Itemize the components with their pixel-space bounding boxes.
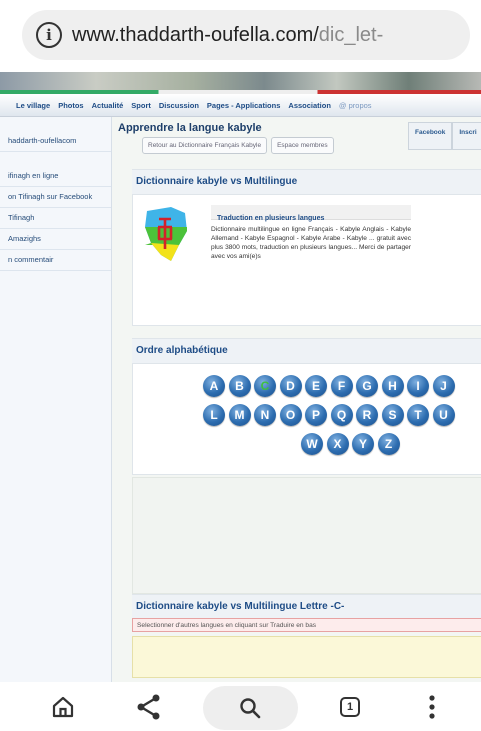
letter-row-3: WXYZ bbox=[301, 433, 400, 455]
url-dim: dic_let- bbox=[318, 23, 384, 46]
letter-row-2: LMNOPQRSTU bbox=[203, 404, 455, 426]
letter-button-h[interactable]: H bbox=[381, 375, 404, 397]
letter-button-n[interactable]: N bbox=[254, 404, 276, 426]
letter-button-q[interactable]: Q bbox=[330, 404, 353, 426]
letter-button-d[interactable]: D bbox=[279, 375, 302, 397]
left-sidebar: haddarth-oufellacom ifinagh en ligne on … bbox=[0, 117, 112, 682]
home-icon bbox=[52, 696, 74, 718]
top-buttons: Retour au Dictionnaire Français Kabyle E… bbox=[142, 137, 334, 154]
language-notice: Selectionner d'autres langues en cliquan… bbox=[132, 618, 481, 632]
main-content: Apprendre la langue kabyle Retour au Dic… bbox=[112, 117, 481, 682]
letter-section-title: Dictionnaire kabyle vs Multilingue Lettr… bbox=[136, 601, 345, 612]
share-icon bbox=[137, 694, 160, 720]
letter-button-e[interactable]: E bbox=[305, 375, 327, 397]
dict-panel: Traduction en plusieurs langues Dictionn… bbox=[132, 194, 481, 326]
share-button[interactable] bbox=[132, 690, 166, 724]
translation-box bbox=[132, 636, 481, 678]
letter-button-t[interactable]: T bbox=[407, 404, 429, 426]
nav-item-discussion[interactable]: Discussion bbox=[159, 101, 199, 110]
more-icon bbox=[429, 695, 435, 719]
page-title: Apprendre la langue kabyle bbox=[118, 122, 262, 134]
alphabet-panel-header: Ordre alphabétique bbox=[132, 338, 481, 363]
alphabet-panel-title: Ordre alphabétique bbox=[136, 345, 228, 356]
letter-button-j[interactable]: J bbox=[432, 375, 455, 397]
letter-button-l[interactable]: L bbox=[203, 404, 225, 426]
back-to-dictionary-button[interactable]: Retour au Dictionnaire Français Kabyle bbox=[142, 137, 268, 154]
letter-button-a[interactable]: A bbox=[203, 375, 225, 397]
letter-button-y[interactable]: Y bbox=[352, 433, 374, 455]
translation-title-bar: Traduction en plusieurs langues bbox=[211, 205, 411, 222]
letter-button-c[interactable]: C bbox=[254, 375, 276, 397]
info-icon[interactable]: i bbox=[36, 22, 62, 48]
letter-button-r[interactable]: R bbox=[356, 404, 378, 426]
site-nav: Le village Photos Actualité Sport Discus… bbox=[0, 94, 481, 117]
browser-bottom-nav: 1 bbox=[0, 682, 481, 731]
nav-item-photos[interactable]: Photos bbox=[58, 101, 83, 110]
translation-title: Traduction en plusieurs langues bbox=[217, 215, 325, 222]
letter-button-i[interactable]: I bbox=[407, 375, 429, 397]
sidebar-item-tifinagh-facebook[interactable]: on Tifinagh sur Facebook bbox=[0, 187, 111, 208]
sidebar-item-amazighs[interactable]: Amazighs bbox=[0, 229, 111, 250]
tab-count: 1 bbox=[346, 701, 354, 713]
sidebar-item-commentaire[interactable]: n commentair bbox=[0, 250, 111, 271]
url-text[interactable]: www.thaddarth-oufella.com/dic_let- bbox=[72, 24, 383, 47]
letter-button-s[interactable]: S bbox=[381, 404, 404, 426]
url-main: www.thaddarth-oufella.com/ bbox=[72, 23, 319, 46]
letter-button-g[interactable]: G bbox=[356, 375, 378, 397]
letter-button-p[interactable]: P bbox=[305, 404, 327, 426]
search-icon bbox=[240, 698, 261, 719]
alphabet-panel: ABCDEFGHIJ LMNOPQRSTU WXYZ bbox=[132, 363, 481, 475]
tabs-button[interactable]: 1 bbox=[333, 690, 367, 724]
empty-panel bbox=[132, 477, 481, 594]
signup-button[interactable]: Inscri bbox=[452, 122, 481, 150]
letter-button-z[interactable]: Z bbox=[377, 433, 400, 455]
nav-item-le-village[interactable]: Le village bbox=[16, 101, 50, 110]
nav-item-pages-applications[interactable]: Pages - Applications bbox=[207, 101, 281, 110]
home-button[interactable] bbox=[46, 690, 80, 724]
dict-panel-header: Dictionnaire kabyle vs Multilingue bbox=[132, 169, 481, 194]
translation-description: Dictionnaire multilingue en ligne França… bbox=[211, 226, 411, 260]
browser-url-bar: i www.thaddarth-oufella.com/dic_let- bbox=[0, 0, 481, 70]
nav-item-actualite[interactable]: Actualité bbox=[92, 101, 124, 110]
web-page: Le village Photos Actualité Sport Discus… bbox=[0, 72, 481, 682]
amazigh-map-flag-icon bbox=[145, 207, 187, 261]
letter-section-header: Dictionnaire kabyle vs Multilingue Lettr… bbox=[132, 594, 481, 619]
nav-item-sport[interactable]: Sport bbox=[131, 101, 151, 110]
site-banner bbox=[0, 72, 481, 94]
tabs-icon: 1 bbox=[340, 697, 360, 717]
letter-button-o[interactable]: O bbox=[279, 404, 302, 426]
nav-item-association[interactable]: Association bbox=[288, 101, 331, 110]
letter-button-f[interactable]: F bbox=[330, 375, 353, 397]
facebook-button[interactable]: Facebook bbox=[408, 122, 453, 150]
letter-row-1: ABCDEFGHIJ bbox=[203, 375, 455, 397]
letter-button-u[interactable]: U bbox=[432, 404, 455, 426]
sidebar-item-tifinagh[interactable]: Tifinagh bbox=[0, 208, 111, 229]
url-field[interactable]: i www.thaddarth-oufella.com/dic_let- bbox=[22, 10, 470, 60]
letter-button-w[interactable]: W bbox=[301, 433, 323, 455]
letter-button-x[interactable]: X bbox=[326, 433, 349, 455]
search-button[interactable] bbox=[203, 686, 298, 730]
more-button[interactable] bbox=[415, 690, 449, 724]
letter-button-b[interactable]: B bbox=[228, 375, 251, 397]
right-buttons: Facebook Inscri bbox=[408, 122, 481, 150]
sidebar-item-thaddarth[interactable]: haddarth-oufellacom bbox=[0, 131, 111, 152]
dict-panel-title: Dictionnaire kabyle vs Multilingue bbox=[136, 176, 298, 187]
sidebar-item-tifinagh-en-ligne[interactable]: ifinagh en ligne bbox=[0, 166, 111, 187]
members-area-button[interactable]: Espace membres bbox=[271, 137, 334, 154]
nav-item-a-propos[interactable]: @ propos bbox=[339, 101, 372, 110]
letter-button-m[interactable]: M bbox=[228, 404, 251, 426]
